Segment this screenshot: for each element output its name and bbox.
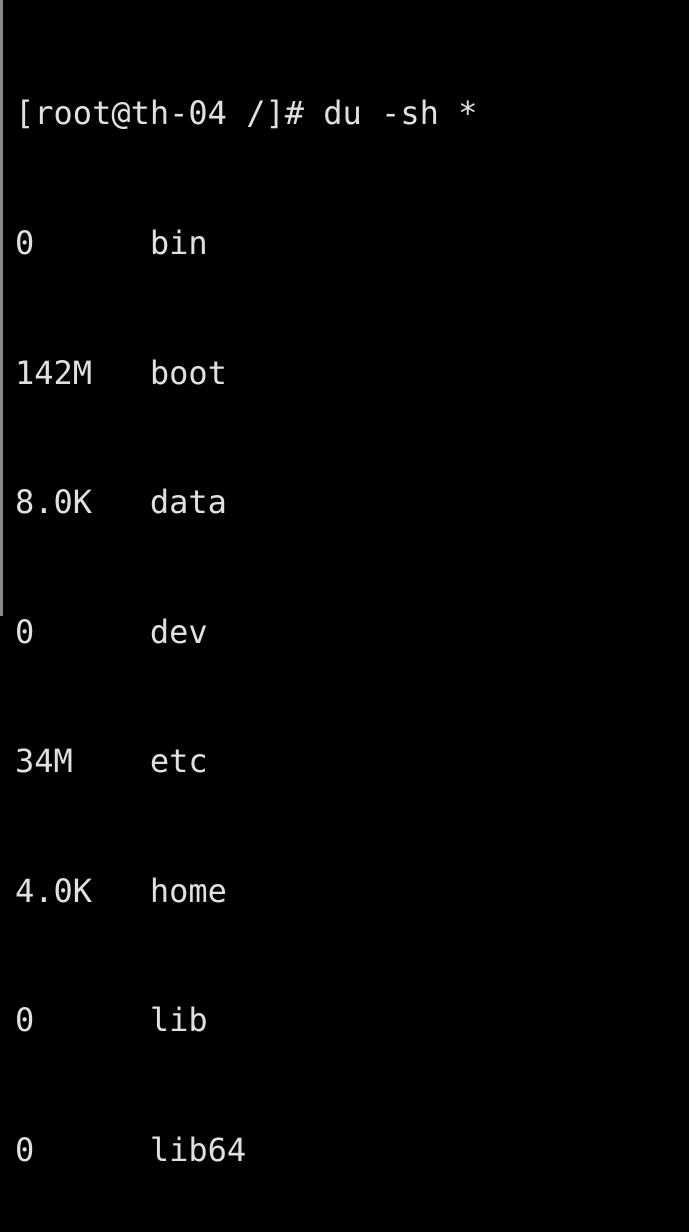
size-value: 0	[15, 222, 150, 265]
dir-name: data	[150, 481, 227, 524]
dir-name: bin	[150, 222, 208, 265]
size-value: 34M	[15, 740, 150, 783]
command-text: du -sh *	[323, 94, 477, 132]
output-row: 0lib	[15, 999, 689, 1042]
output-row: 0dev	[15, 611, 689, 654]
dir-name: etc	[150, 740, 208, 783]
dir-name: home	[150, 870, 227, 913]
size-value: 0	[15, 1129, 150, 1172]
output-row: 4.0Khome	[15, 870, 689, 913]
dir-name: lib64	[150, 1129, 246, 1172]
dir-name: lib	[150, 999, 208, 1042]
output-row: 142Mboot	[15, 352, 689, 395]
prompt-line: [root@th-04 /]# du -sh *	[15, 92, 689, 135]
size-value: 0	[15, 999, 150, 1042]
output-row: 0lib64	[15, 1129, 689, 1172]
dir-name: boot	[150, 352, 227, 395]
size-value: 142M	[15, 352, 150, 395]
size-value: 8.0K	[15, 481, 150, 524]
size-value: 0	[15, 611, 150, 654]
output-row: 0bin	[15, 222, 689, 265]
dir-name: dev	[150, 611, 208, 654]
output-row: 34Metc	[15, 740, 689, 783]
terminal-output[interactable]: [root@th-04 /]# du -sh * 0bin 142Mboot 8…	[15, 6, 689, 1232]
output-row: 8.0Kdata	[15, 481, 689, 524]
shell-prompt: [root@th-04 /]#	[15, 94, 323, 132]
size-value: 4.0K	[15, 870, 150, 913]
